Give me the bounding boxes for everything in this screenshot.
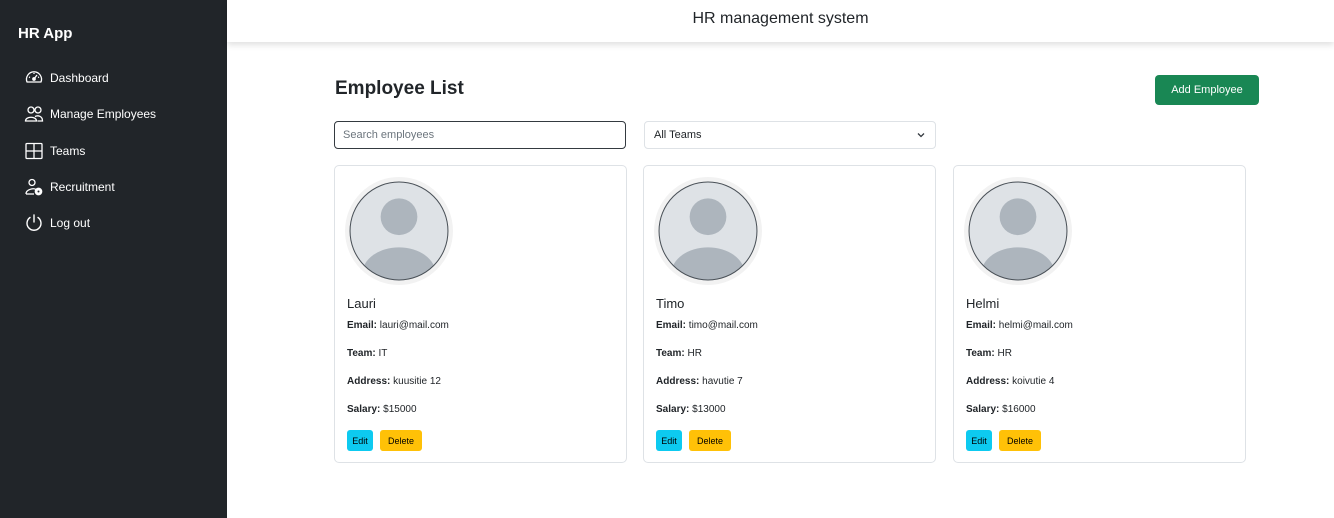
employee-team: Team: IT bbox=[347, 348, 387, 359]
people-icon bbox=[24, 106, 44, 122]
employee-name: Helmi bbox=[966, 296, 1000, 311]
user-placeholder-icon bbox=[658, 181, 758, 281]
sidebar-item-label: Dashboard bbox=[50, 71, 109, 85]
salary-value: $15000 bbox=[383, 404, 417, 415]
sidebar-item-teams[interactable]: Teams bbox=[24, 140, 85, 162]
team-label: Team: bbox=[656, 348, 685, 359]
email-value: lauri@mail.com bbox=[379, 320, 449, 331]
edit-button[interactable]: Edit bbox=[347, 430, 373, 451]
employee-salary: Salary: $13000 bbox=[656, 404, 726, 415]
employee-address: Address: kuusitie 12 bbox=[347, 376, 441, 387]
salary-value: $13000 bbox=[692, 404, 726, 415]
address-value: havutie 7 bbox=[702, 376, 743, 387]
delete-button[interactable]: Delete bbox=[689, 430, 731, 451]
chevron-down-icon bbox=[917, 133, 925, 138]
employee-email: Email: helmi@mail.com bbox=[966, 320, 1073, 331]
search-input[interactable] bbox=[334, 121, 626, 149]
employee-card: Helmi Email: helmi@mail.com Team: HR Add… bbox=[953, 165, 1246, 463]
avatar bbox=[964, 177, 1072, 285]
email-label: Email: bbox=[347, 320, 378, 331]
edit-button[interactable]: Edit bbox=[656, 430, 682, 451]
employee-email: Email: timo@mail.com bbox=[656, 320, 758, 331]
sidebar-item-manage-employees[interactable]: Manage Employees bbox=[24, 103, 156, 125]
user-placeholder-icon bbox=[968, 181, 1068, 281]
email-label: Email: bbox=[656, 320, 687, 331]
top-header: HR management system bbox=[227, 0, 1334, 42]
salary-label: Salary: bbox=[347, 404, 381, 415]
employee-card: Lauri Email: lauri@mail.com Team: IT Add… bbox=[334, 165, 627, 463]
employee-address: Address: koivutie 4 bbox=[966, 376, 1054, 387]
team-label: Team: bbox=[347, 348, 376, 359]
sidebar-item-dashboard[interactable]: Dashboard bbox=[24, 67, 109, 89]
avatar bbox=[654, 177, 762, 285]
employee-salary: Salary: $16000 bbox=[966, 404, 1036, 415]
email-label: Email: bbox=[966, 320, 997, 331]
sidebar-item-label: Manage Employees bbox=[50, 107, 157, 121]
employee-name: Lauri bbox=[347, 296, 376, 311]
team-value: IT bbox=[378, 348, 388, 359]
team-value: HR bbox=[687, 348, 702, 359]
email-value: timo@mail.com bbox=[688, 320, 758, 331]
salary-value: $16000 bbox=[1002, 404, 1036, 415]
sidebar-item-recruitment[interactable]: Recruitment bbox=[24, 176, 115, 198]
employee-email: Email: lauri@mail.com bbox=[347, 320, 449, 331]
edit-button[interactable]: Edit bbox=[966, 430, 992, 451]
address-label: Address: bbox=[656, 376, 700, 387]
employee-card: Timo Email: timo@mail.com Team: HR Addre… bbox=[643, 165, 936, 463]
page-title: Employee List bbox=[335, 78, 464, 99]
layout-grid-icon bbox=[25, 142, 43, 160]
team-filter-select[interactable]: All Teams bbox=[644, 121, 936, 149]
sidebar-item-logout[interactable]: Log out bbox=[24, 212, 90, 234]
team-label: Team: bbox=[966, 348, 995, 359]
sidebar: HR App Dashboard Manage Employees Teams bbox=[0, 0, 227, 518]
employee-team: Team: HR bbox=[966, 348, 1012, 359]
salary-label: Salary: bbox=[966, 404, 1000, 415]
person-gear-icon bbox=[25, 178, 43, 196]
employee-name: Timo bbox=[656, 296, 685, 311]
user-placeholder-icon bbox=[349, 181, 449, 281]
address-label: Address: bbox=[347, 376, 391, 387]
sidebar-item-label: Log out bbox=[50, 216, 91, 230]
sidebar-item-label: Recruitment bbox=[50, 180, 115, 194]
address-value: koivutie 4 bbox=[1012, 376, 1055, 387]
team-filter-value: All Teams bbox=[654, 129, 702, 141]
app-brand[interactable]: HR App bbox=[18, 25, 72, 42]
sidebar-item-label: Teams bbox=[50, 144, 86, 158]
power-icon bbox=[26, 214, 42, 231]
delete-button[interactable]: Delete bbox=[380, 430, 422, 451]
header-title: HR management system bbox=[692, 10, 869, 27]
salary-label: Salary: bbox=[656, 404, 690, 415]
employee-salary: Salary: $15000 bbox=[347, 404, 417, 415]
employee-address: Address: havutie 7 bbox=[656, 376, 743, 387]
address-label: Address: bbox=[966, 376, 1010, 387]
add-employee-button[interactable]: Add Employee bbox=[1155, 75, 1259, 105]
email-value: helmi@mail.com bbox=[998, 320, 1073, 331]
avatar bbox=[345, 177, 453, 285]
team-value: HR bbox=[997, 348, 1012, 359]
employee-team: Team: HR bbox=[656, 348, 702, 359]
speedometer-icon bbox=[25, 71, 43, 83]
address-value: kuusitie 12 bbox=[393, 376, 441, 387]
delete-button[interactable]: Delete bbox=[999, 430, 1041, 451]
